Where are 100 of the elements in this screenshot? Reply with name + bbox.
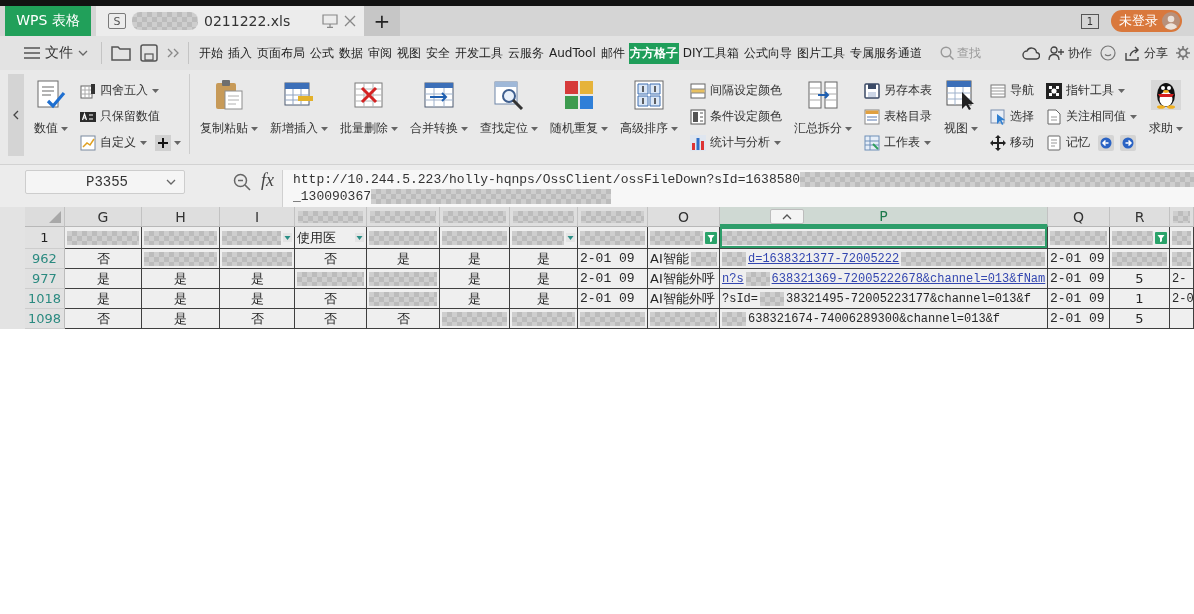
arrow-right-icon[interactable] [1120, 134, 1136, 151]
file-type-icon: S [108, 13, 126, 29]
pixelated-area [690, 251, 717, 266]
table-cell: 否 [65, 309, 142, 329]
chat-icon[interactable] [1100, 45, 1116, 61]
table-edit-icon [80, 82, 96, 99]
link[interactable]: d=1638321377-72005222 [748, 251, 900, 266]
ribbon-button[interactable]: 导航 [988, 80, 1036, 101]
ribbon-button[interactable]: 条件设定颜色 [688, 106, 784, 127]
menu-tab[interactable]: 开发工具 [454, 42, 504, 64]
ribbon-button[interactable]: 选择 [988, 106, 1036, 127]
menu-tab[interactable]: 页面布局 [256, 42, 306, 64]
filter-dropdown-icon[interactable] [355, 233, 364, 242]
ribbon-button[interactable]: 求助 [1147, 74, 1185, 137]
close-icon[interactable] [344, 15, 356, 27]
select-all-button[interactable] [25, 207, 65, 227]
ribbon-button[interactable]: 移动 [988, 132, 1036, 153]
table-cell: 是 [510, 249, 578, 269]
menu-tab[interactable]: DIY工具箱 [681, 42, 740, 64]
file-menu-button[interactable]: 文件 [20, 44, 92, 62]
table-cell: 是 [440, 249, 510, 269]
link[interactable]: 638321369-72005222678&channel=013&fNam [771, 271, 1046, 286]
ribbon-button[interactable]: 统计与分析 [688, 132, 783, 153]
menu-tab[interactable]: 数据 [338, 42, 364, 64]
row-header[interactable]: 1 [25, 227, 65, 249]
menu-tab[interactable]: 视图 [396, 42, 422, 64]
cell-text: ?sId= [722, 291, 758, 306]
menu-tab[interactable]: 公式向导 [742, 42, 793, 64]
ribbon-button[interactable]: 汇总拆分 [792, 74, 854, 137]
ribbon-button[interactable]: 表格目录 [862, 106, 934, 127]
arrow-left-icon[interactable] [1098, 134, 1114, 151]
zoom-icon[interactable] [233, 173, 251, 191]
monitor-icon[interactable] [322, 14, 338, 28]
menu-tab[interactable]: 审阅 [367, 42, 393, 64]
table-delete-icon [354, 80, 384, 110]
menu-tab[interactable]: 插入 [227, 42, 253, 64]
column-header[interactable]: G [65, 207, 142, 227]
double-chevron-icon[interactable] [167, 48, 179, 58]
name-box[interactable]: P3355 [25, 170, 185, 194]
table-cell: 是 [142, 309, 220, 329]
link[interactable]: n?s [722, 271, 744, 286]
settings-icon[interactable] [1176, 46, 1190, 60]
file-tab[interactable]: S 0211222.xls [96, 6, 364, 36]
column-header[interactable]: Q [1048, 207, 1110, 227]
ribbon-button[interactable]: 自定义 [78, 132, 149, 153]
ribbon-button[interactable]: 查找定位 [478, 74, 540, 137]
search-field[interactable]: 查找 [956, 46, 987, 60]
window-count-button[interactable]: 1 [1081, 13, 1099, 29]
filter-icon[interactable] [1155, 231, 1167, 244]
ribbon-button[interactable]: 视图 [942, 74, 980, 137]
pixelated-area [512, 230, 564, 245]
column-header[interactable]: P [720, 207, 1048, 227]
ribbon-button[interactable]: 复制粘贴 [198, 74, 260, 137]
sheet-icon [864, 134, 880, 151]
cloud-icon[interactable] [1022, 46, 1040, 60]
ribbon-button[interactable]: 指针工具 [1044, 80, 1127, 101]
column-header[interactable]: O [648, 207, 720, 227]
collaborate-button[interactable]: 协作 [1048, 44, 1092, 62]
menu-tab[interactable]: 公式 [309, 42, 335, 64]
column-header[interactable]: H [142, 207, 220, 227]
new-tab-button[interactable]: + [364, 6, 400, 36]
ribbon-button[interactable]: 高级排序 [618, 74, 680, 137]
table-cell: 2-01 09 [578, 269, 648, 289]
table-cell: AI智能外呼 [648, 269, 720, 289]
collapse-button[interactable] [770, 209, 804, 224]
save-icon[interactable] [140, 44, 158, 62]
ribbon-button[interactable]: 四舍五入 [78, 80, 161, 101]
filter-icon[interactable] [705, 231, 717, 244]
ribbon-button[interactable]: 随机重复 [548, 74, 610, 137]
share-button[interactable]: 分享 [1124, 44, 1168, 62]
menu-tab[interactable]: 图片工具 [795, 42, 846, 64]
ribbon-button[interactable]: 新增插入 [268, 74, 330, 137]
menu-tab[interactable]: 开始 [198, 42, 224, 64]
formula-field[interactable]: http://10.244.5.223/holly-hqnps/OssClient/ossFileDown?sId=1638580 _130090367 [282, 170, 1194, 207]
filter-dropdown-icon[interactable] [566, 233, 575, 242]
menu-tab[interactable]: 安全 [425, 42, 451, 64]
filter-dropdown-icon[interactable] [283, 233, 292, 242]
ribbon-button[interactable]: 工作表 [862, 132, 933, 153]
folder-icon[interactable] [111, 45, 131, 61]
menu-tab[interactable]: AudTool [548, 44, 597, 62]
table-cell: 否 [220, 309, 295, 329]
column-header[interactable]: I [220, 207, 295, 227]
ribbon-button[interactable]: 只保留数值 [78, 106, 162, 127]
menu-tab[interactable]: 云服务 [507, 42, 545, 64]
sort-grid-icon [634, 80, 664, 110]
menu-tab[interactable]: 专属服务通道 [848, 42, 923, 64]
ribbon-button[interactable]: 合并转换 [408, 74, 470, 137]
ribbon-button[interactable]: 另存本表 [862, 80, 934, 101]
ribbon-button[interactable]: 数值 [32, 74, 70, 137]
column-header[interactable]: R [1110, 207, 1170, 227]
table-cell: AI智能外呼 [648, 289, 720, 309]
ribbon-button[interactable]: 间隔设定颜色 [688, 80, 784, 101]
ribbon-button[interactable]: 记忆 [1044, 132, 1092, 153]
insert-function-button[interactable]: fx [259, 170, 276, 191]
menu-tab[interactable]: 邮件 [599, 42, 626, 64]
ribbon-button[interactable]: 批量删除 [338, 74, 400, 137]
plus-icon[interactable] [155, 134, 171, 151]
table-cell: 是 [65, 269, 142, 289]
ribbon-button[interactable]: 关注相同值 [1044, 106, 1139, 127]
table-condition-icon [690, 108, 706, 125]
